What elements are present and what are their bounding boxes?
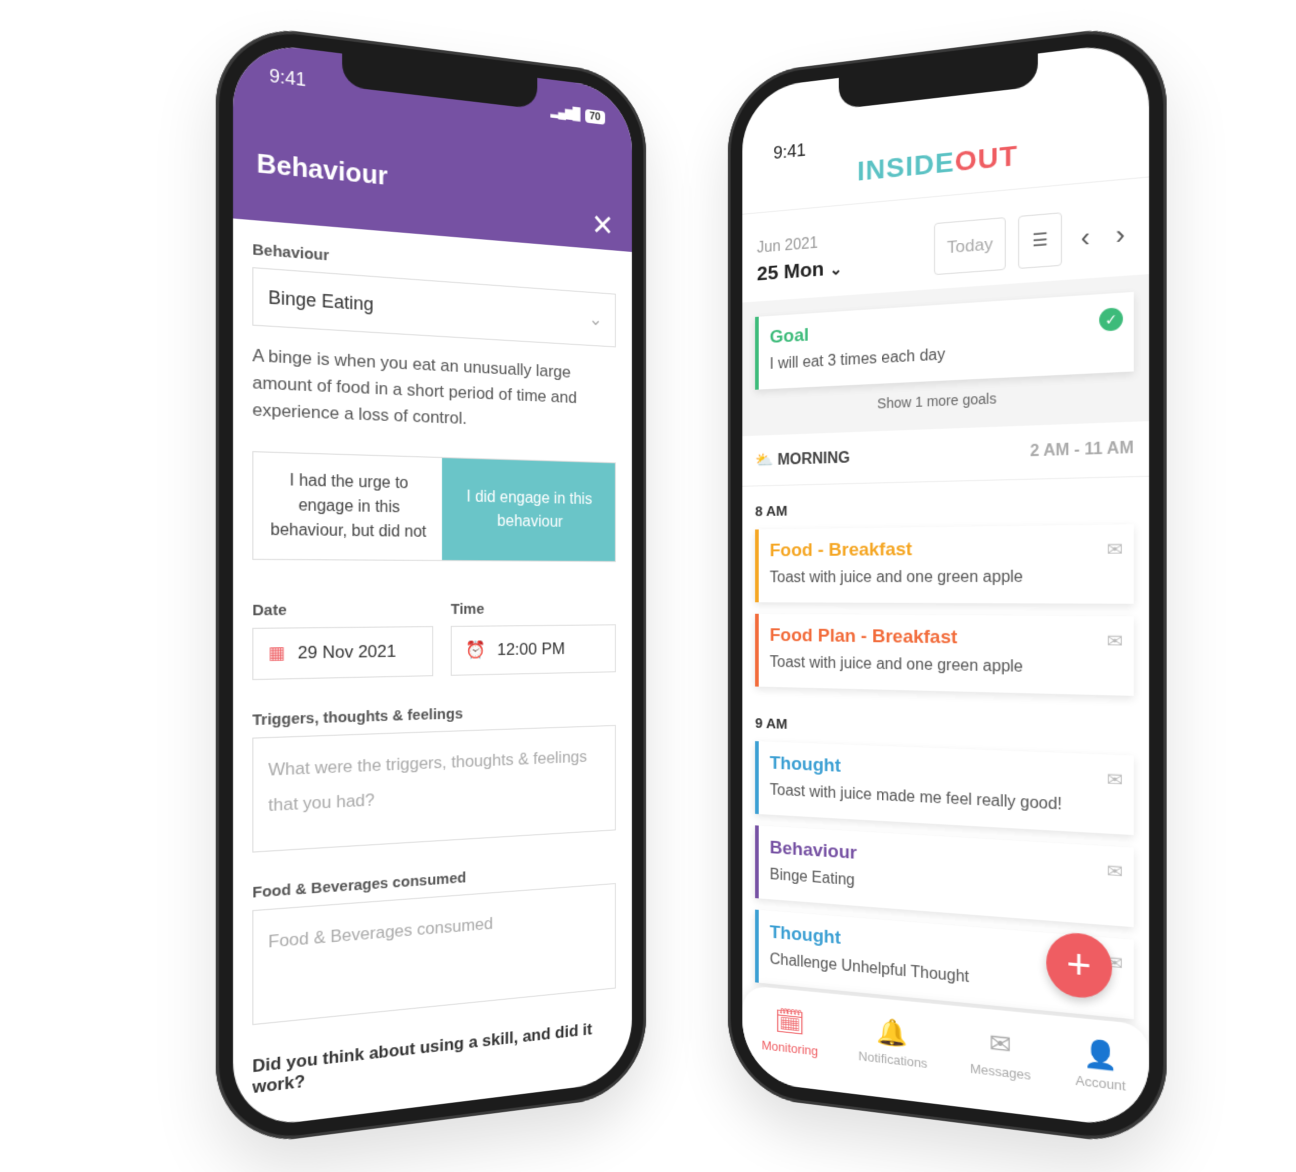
skill-question: Did you think about using a skill, and d… bbox=[252, 1017, 616, 1098]
phone-monitoring: 9:41 INSIDEOUT Jun 2021 25 Mon ⌄ Today ☰ … bbox=[728, 21, 1167, 1149]
bell-icon: 🔔 bbox=[858, 1014, 927, 1052]
section-range: 2 AM - 11 AM bbox=[1030, 439, 1134, 461]
show-more-goals[interactable]: Show 1 more goals bbox=[755, 384, 1134, 417]
close-icon[interactable]: ✕ bbox=[591, 208, 614, 244]
entry-text: Toast with juice and one green apple bbox=[770, 568, 1121, 587]
date-value: 29 Nov 2021 bbox=[298, 642, 396, 664]
chevron-left-icon[interactable]: ‹ bbox=[1074, 220, 1096, 254]
entry-card[interactable]: Food Plan - Breakfast Toast with juice an… bbox=[755, 614, 1134, 696]
battery-icon: 70 bbox=[585, 109, 605, 125]
triggers-input[interactable]: What were the triggers, thoughts & feeli… bbox=[252, 725, 616, 853]
tab-account[interactable]: 👤 Account bbox=[1075, 1036, 1125, 1127]
behaviour-value: Binge Eating bbox=[268, 287, 373, 316]
message-icon[interactable]: ✉ bbox=[1107, 769, 1123, 792]
food-input[interactable]: Food & Beverages consumed bbox=[252, 883, 616, 1025]
filter-icon[interactable]: ☰ bbox=[1019, 212, 1062, 269]
signal-icon: ▂▄▆█ bbox=[551, 104, 580, 121]
option-urge[interactable]: I had the urge to engage in this behavio… bbox=[253, 452, 442, 560]
section-name: MORNING bbox=[777, 450, 850, 469]
option-engaged[interactable]: I did engage in this behaviour bbox=[442, 458, 615, 561]
entry-card[interactable]: Thought Toast with juice made me feel rea… bbox=[755, 741, 1134, 835]
chevron-down-icon: ⌄ bbox=[830, 261, 843, 279]
time-field[interactable]: ⏰ 12:00 PM bbox=[451, 624, 616, 675]
time-label: Time bbox=[451, 600, 616, 618]
chevron-right-icon[interactable]: › bbox=[1109, 217, 1131, 251]
entry-card[interactable]: Behaviour Binge Eating ✉ bbox=[755, 825, 1134, 927]
entry-title: Food - Breakfast bbox=[770, 537, 1121, 562]
entry-title: Food Plan - Breakfast bbox=[770, 625, 1121, 651]
time-value: 12:00 PM bbox=[497, 639, 565, 660]
chevron-down-icon: ⌄ bbox=[589, 309, 603, 330]
status-time: 9:41 bbox=[773, 140, 805, 164]
goal-card[interactable]: Goal I will eat 3 times each day ✓ bbox=[755, 292, 1134, 390]
behaviour-description: A binge is when you eat an unusually lar… bbox=[252, 342, 616, 437]
goals-section: Goal I will eat 3 times each day ✓ Show … bbox=[742, 274, 1149, 436]
message-icon[interactable]: ✉ bbox=[1107, 861, 1123, 884]
tab-messages[interactable]: ✉ Messages bbox=[970, 1025, 1031, 1115]
behaviour-screen: 9:41 ▂▄▆█ 70 Behaviour ✕ Behaviour Binge E… bbox=[233, 40, 632, 1130]
sun-cloud-icon: ⛅ bbox=[755, 452, 773, 469]
clock-icon: ⏰ bbox=[465, 640, 485, 660]
user-icon: 👤 bbox=[1075, 1036, 1125, 1074]
calendar-icon: ▦ bbox=[268, 643, 285, 664]
phone-behaviour: 9:41 ▂▄▆█ 70 Behaviour ✕ Behaviour Binge E… bbox=[216, 21, 646, 1149]
day-label: 25 Mon bbox=[757, 258, 824, 285]
today-button[interactable]: Today bbox=[934, 217, 1006, 275]
date-field[interactable]: ▦ 29 Nov 2021 bbox=[252, 626, 433, 680]
triggers-label: Triggers, thoughts & feelings bbox=[252, 701, 616, 729]
date-picker[interactable]: Jun 2021 25 Mon ⌄ bbox=[757, 226, 922, 286]
notch bbox=[839, 54, 1038, 110]
tab-monitoring[interactable]: 🗓 Monitoring bbox=[762, 1004, 818, 1089]
entry-text: Toast with juice and one green apple bbox=[770, 654, 1121, 679]
entry-card[interactable]: Food - Breakfast Toast with juice and one… bbox=[755, 524, 1134, 604]
message-icon[interactable]: ✉ bbox=[1107, 539, 1123, 561]
message-icon[interactable]: ✉ bbox=[1107, 631, 1123, 653]
clipboard-icon: 🗓 bbox=[762, 1004, 818, 1040]
envelope-icon: ✉ bbox=[970, 1025, 1031, 1063]
status-time: 9:41 bbox=[269, 65, 306, 91]
date-label: Date bbox=[252, 601, 433, 619]
tab-notifications[interactable]: 🔔 Notifications bbox=[858, 1014, 927, 1103]
monitoring-screen: 9:41 INSIDEOUT Jun 2021 25 Mon ⌄ Today ☰ … bbox=[742, 40, 1149, 1130]
hour-label: 8 AM bbox=[742, 477, 1149, 530]
page-title: Behaviour bbox=[257, 147, 388, 192]
engagement-toggle: I had the urge to engage in this behavio… bbox=[252, 451, 616, 562]
